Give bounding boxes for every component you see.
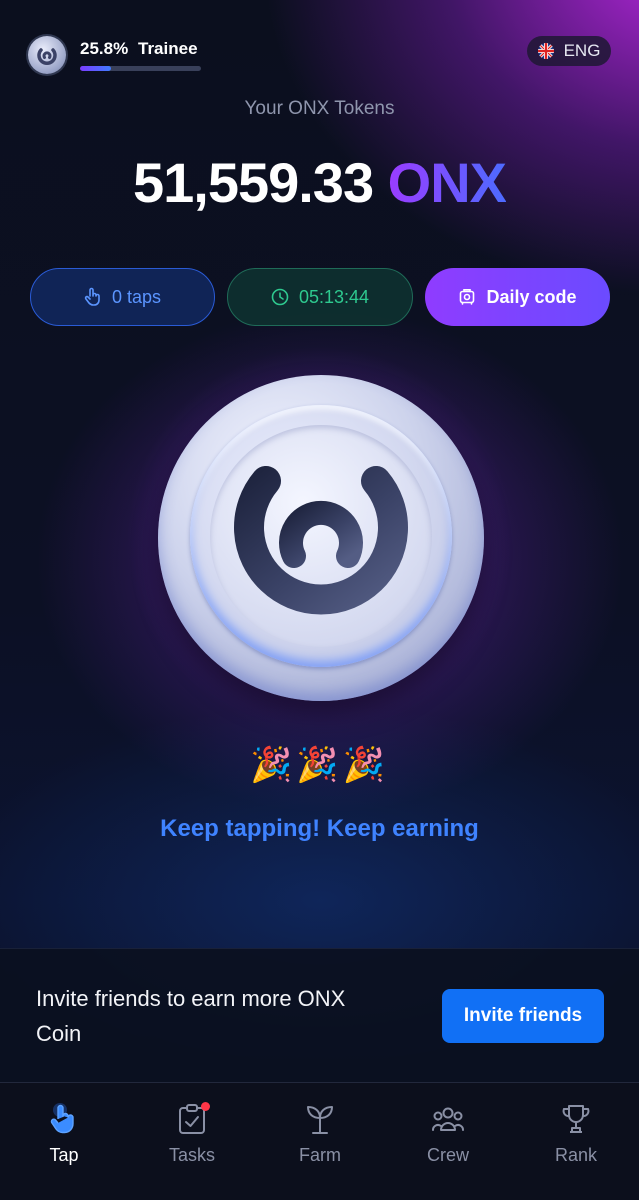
tap-hand-icon [84,287,100,306]
token-balance: 51,559.33 ONX [0,150,639,215]
invite-banner: Invite friends to earn more ONX Coin Inv… [0,948,639,1082]
nav-label-farm: Farm [299,1145,341,1165]
nav-label-crew: Crew [426,1145,469,1165]
uk-flag-icon [537,43,554,59]
avatar[interactable] [28,36,66,74]
crew-icon [398,1101,498,1137]
nav-label-tasks: Tasks [168,1145,215,1165]
tasks-icon [142,1101,242,1137]
taps-counter-button[interactable]: 0 taps [30,268,215,326]
nav-item-tasks[interactable]: Tasks [142,1101,242,1166]
language-label: ENG [563,41,601,60]
balance-amount: 51,559.33 [132,151,374,214]
level-percent: 25.8% [80,39,129,58]
tap-coin[interactable] [158,375,484,701]
nav-item-tap[interactable]: Tap [14,1101,114,1166]
daily-code-label: Daily code [486,286,577,307]
timer-button[interactable]: 05:13:44 [227,268,413,326]
invite-text: Invite friends to earn more ONX Coin [36,986,346,1046]
invite-friends-button[interactable]: Invite friends [442,989,604,1043]
taps-label: 0 taps [111,286,162,307]
nav-item-crew[interactable]: Crew [398,1101,498,1166]
trophy-icon [526,1101,626,1137]
sprout-icon [270,1101,370,1137]
party-popper-icons: 🎉🎉🎉 [249,746,389,784]
language-selector[interactable]: ENG [527,36,611,66]
level-progress-fill [80,66,112,71]
safe-icon [460,289,475,305]
tap-hand-icon [14,1101,114,1137]
tokens-label: Your ONX Tokens [244,98,395,119]
balance-currency: ONX [387,151,507,214]
bottom-nav: Tap Tasks Farm Crew Rank [0,1082,639,1200]
nav-label-tap: Tap [49,1145,79,1165]
daily-code-button[interactable]: Daily code [425,268,610,326]
nav-item-farm[interactable]: Farm [270,1101,370,1166]
onx-coin-icon [210,425,432,647]
onx-logo-icon [37,48,57,66]
notification-dot [201,1102,210,1111]
clock-icon [271,288,289,306]
nav-label-rank: Rank [554,1145,598,1165]
level-progress-bar [80,66,201,71]
top-bar: 25.8% Trainee ENG [28,30,611,80]
level-name: Trainee [138,39,198,58]
timer-label: 05:13:44 [298,286,370,307]
keep-tapping-message: Keep tapping! Keep earning [160,815,479,842]
nav-item-rank[interactable]: Rank [526,1101,626,1166]
